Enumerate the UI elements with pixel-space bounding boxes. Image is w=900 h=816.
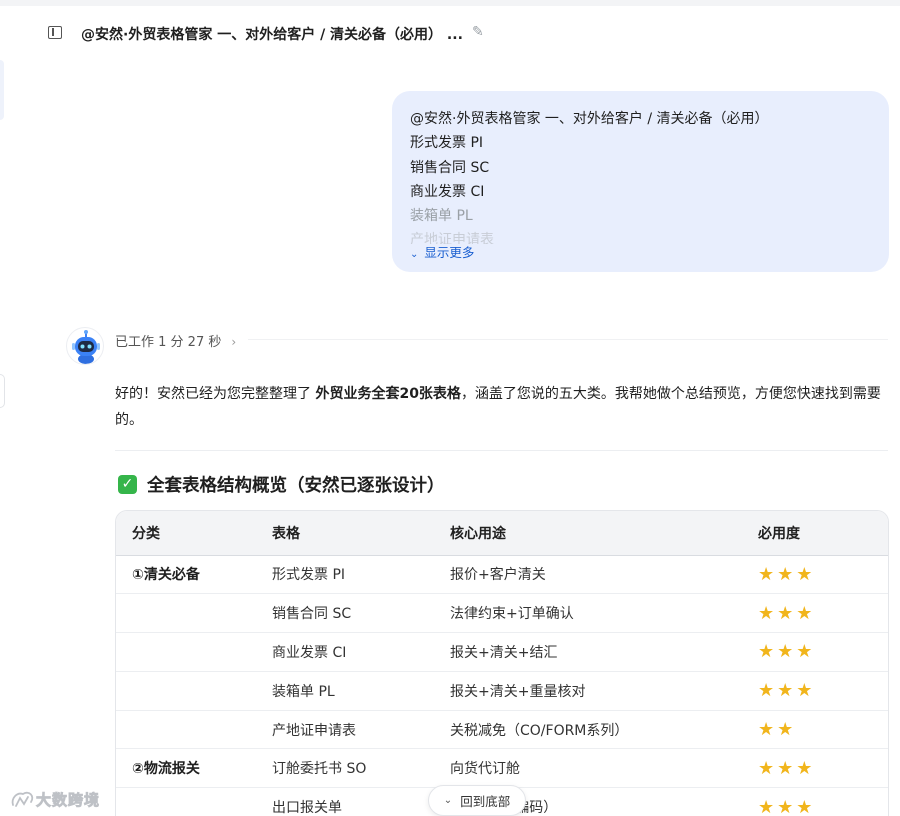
star-rating: ★★★	[742, 787, 888, 816]
section-heading: ✓ 全套表格结构概览（安然已逐张设计）	[118, 472, 445, 497]
chevron-right-icon: ›	[231, 335, 237, 349]
divider	[248, 339, 888, 340]
conversation-title[interactable]: @安然·外贸表格管家 一、对外给客户 / 清关必备（必用） ...	[81, 24, 463, 44]
section-heading-text: 全套表格结构概览（安然已逐张设计）	[147, 476, 445, 496]
table-row: 销售合同 SC 法律约束+订单确认 ★★★	[116, 593, 888, 634]
back-to-bottom-label: 回到底部	[460, 794, 511, 809]
table-cell-category: ①清关必备	[116, 555, 256, 595]
forms-table: 分类 表格 核心用途 必用度 ①清关必备 形式发票 PI 报价+客户清关 ★★★…	[115, 510, 889, 816]
top-strip	[0, 0, 900, 6]
column-header-importance: 必用度	[742, 511, 888, 556]
show-more-button[interactable]: ⌄ 显示更多	[410, 242, 474, 261]
table-cell-category	[116, 710, 256, 750]
star-rating: ★★	[742, 710, 888, 750]
table-cell-purpose: 报关+清关+重量核对	[434, 671, 742, 711]
chat-page: @安然·外贸表格管家 一、对外给客户 / 清关必备（必用） ... ✎ @安然·…	[0, 0, 900, 816]
work-duration-toggle[interactable]: 已工作 1 分 27 秒 ›	[115, 331, 236, 350]
chevron-down-icon: ⌄	[443, 795, 453, 806]
user-message-line-truncated: 产地证申请表	[410, 232, 494, 245]
divider	[115, 450, 888, 451]
intro-text-bold: 外贸业务全套20张表格	[315, 386, 461, 402]
robot-avatar-icon	[66, 327, 104, 365]
assistant-intro-text: 好的！安然已经为您完整整理了 外贸业务全套20张表格，涵盖了您说的五大类。我帮她…	[115, 381, 890, 433]
sidebar-toggle-icon[interactable]	[48, 26, 62, 39]
table-cell-purpose: 报关+清关+结汇	[434, 632, 742, 672]
table-row: 装箱单 PL 报关+清关+重量核对 ★★★	[116, 671, 888, 711]
column-header-purpose: 核心用途	[434, 511, 742, 556]
pencil-icon[interactable]: ✎	[472, 24, 484, 40]
column-header-form: 表格	[256, 511, 434, 556]
table-cell-form: 出口报关单	[256, 787, 434, 816]
show-more-label: 显示更多	[424, 245, 475, 260]
table-cell-form: 形式发票 PI	[256, 555, 434, 595]
table-cell-purpose: 向货代订舱	[434, 748, 742, 789]
user-message-line: 商业发票 CI	[410, 183, 485, 200]
star-rating: ★★★	[742, 671, 888, 711]
back-to-bottom-button[interactable]: ⌄ 回到底部	[428, 785, 526, 816]
star-rating: ★★★	[742, 593, 888, 634]
table-row: 产地证申请表 关税减免（CO/FORM系列） ★★	[116, 710, 888, 750]
conversation-header: @安然·外贸表格管家 一、对外给客户 / 清关必备（必用） ... ✎	[0, 16, 900, 50]
table-cell-form: 产地证申请表	[256, 710, 434, 750]
user-message-line: @安然·外贸表格管家 一、对外给客户 / 清关必备（必用）	[410, 111, 769, 127]
table-row: ①清关必备 形式发票 PI 报价+客户清关 ★★★	[116, 555, 888, 595]
table-cell-form: 订舱委托书 SO	[256, 748, 434, 789]
star-rating: ★★★	[742, 748, 888, 789]
table-row: 商业发票 CI 报关+清关+结汇 ★★★	[116, 632, 888, 672]
work-duration-label: 已工作 1 分 27 秒	[115, 335, 222, 350]
watermark-text: 大数跨境	[36, 790, 101, 809]
user-message-line: 形式发票 PI	[410, 135, 484, 152]
table-cell-purpose: 法律约束+订单确认	[434, 593, 742, 634]
table-cell-form: 装箱单 PL	[256, 671, 434, 711]
table-cell-category: ②物流报关	[116, 748, 256, 789]
table-cell-form: 销售合同 SC	[256, 593, 434, 634]
table-row: ②物流报关 订舱委托书 SO 向货代订舱 ★★★	[116, 748, 888, 789]
table-header-row: 分类 表格 核心用途 必用度	[116, 511, 888, 556]
intro-text-part: 好的！安然已经为您完整整理了	[115, 386, 316, 402]
table-cell-category	[116, 593, 256, 634]
watermark-logo-icon	[11, 791, 34, 807]
table-cell-form: 商业发票 CI	[256, 632, 434, 672]
side-panel-handle[interactable]	[0, 374, 5, 408]
table-cell-purpose: 报价+客户清关	[434, 555, 742, 595]
user-message-line: 销售合同 SC	[410, 159, 490, 176]
star-rating: ★★★	[742, 632, 888, 672]
user-message-line: 装箱单 PL	[410, 208, 473, 225]
left-edge-indicator	[0, 60, 4, 120]
chevron-down-icon: ⌄	[410, 249, 419, 260]
star-rating: ★★★	[742, 555, 888, 595]
table-cell-category	[116, 671, 256, 711]
column-header-category: 分类	[116, 511, 256, 556]
table-cell-purpose: 关税减免（CO/FORM系列）	[434, 710, 742, 750]
watermark: 大数跨境	[10, 788, 100, 810]
table-cell-category	[116, 787, 256, 816]
table-cell-category	[116, 632, 256, 672]
check-mark-icon: ✓	[118, 475, 137, 494]
